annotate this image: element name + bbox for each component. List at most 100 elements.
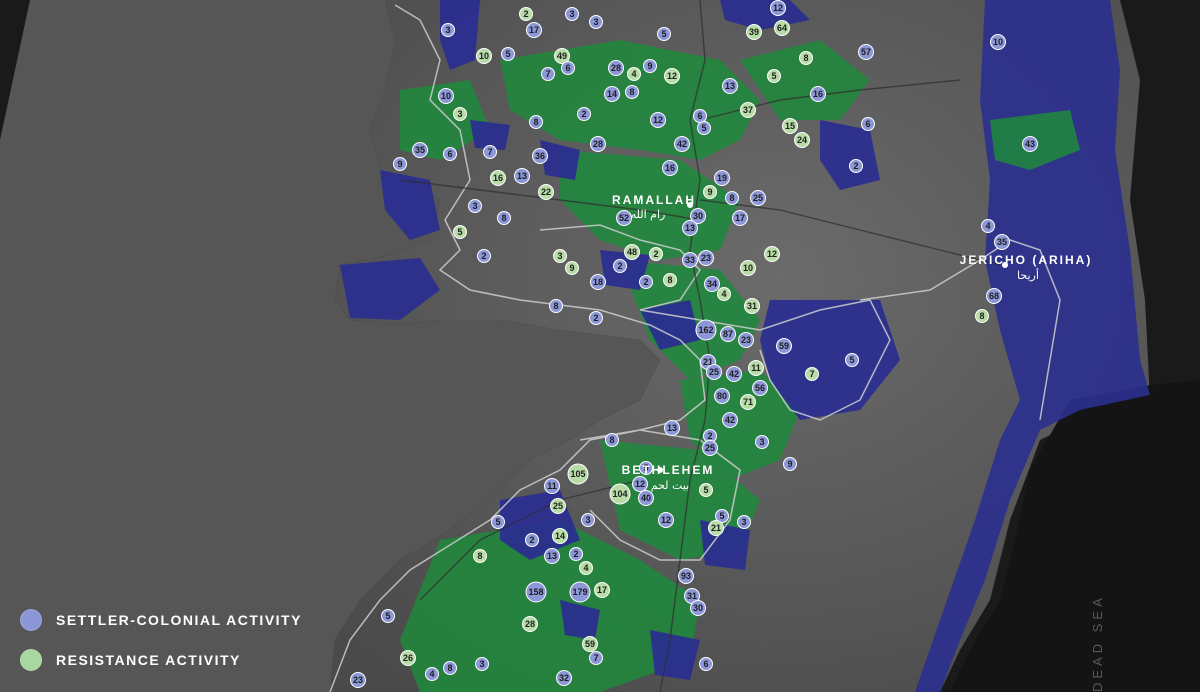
resistance-activity-marker[interactable]: 105 bbox=[567, 463, 589, 485]
settler-activity-marker[interactable]: 10 bbox=[990, 34, 1006, 50]
settler-activity-marker[interactable]: 3 bbox=[737, 515, 751, 529]
settler-activity-marker[interactable]: 5 bbox=[697, 121, 711, 135]
resistance-activity-marker[interactable]: 8 bbox=[473, 549, 487, 563]
resistance-activity-marker[interactable]: 4 bbox=[717, 287, 731, 301]
resistance-activity-marker[interactable]: 10 bbox=[740, 260, 756, 276]
settler-activity-marker[interactable]: 59 bbox=[776, 338, 792, 354]
resistance-activity-marker[interactable]: 2 bbox=[519, 7, 533, 21]
resistance-activity-marker[interactable]: 25 bbox=[550, 498, 566, 514]
settler-activity-marker[interactable]: 9 bbox=[783, 457, 797, 471]
settler-activity-marker[interactable]: 12 bbox=[632, 476, 648, 492]
settler-activity-marker[interactable]: 7 bbox=[483, 145, 497, 159]
settler-activity-marker[interactable]: 57 bbox=[858, 44, 874, 60]
resistance-activity-marker[interactable]: 24 bbox=[794, 132, 810, 148]
settler-activity-marker[interactable]: 6 bbox=[693, 109, 707, 123]
settler-activity-marker[interactable]: 3 bbox=[468, 199, 482, 213]
resistance-activity-marker[interactable]: 22 bbox=[538, 184, 554, 200]
settler-activity-marker[interactable]: 6 bbox=[561, 61, 575, 75]
settler-activity-marker[interactable]: 23 bbox=[698, 250, 714, 266]
settler-activity-marker[interactable]: 42 bbox=[722, 412, 738, 428]
settler-activity-marker[interactable]: 42 bbox=[674, 136, 690, 152]
settler-activity-marker[interactable]: 28 bbox=[608, 60, 624, 76]
resistance-activity-marker[interactable]: 7 bbox=[805, 367, 819, 381]
settler-activity-marker[interactable]: 32 bbox=[556, 670, 572, 686]
resistance-activity-marker[interactable]: 5 bbox=[453, 225, 467, 239]
settler-activity-marker[interactable]: 5 bbox=[381, 609, 395, 623]
resistance-activity-marker[interactable]: 8 bbox=[799, 51, 813, 65]
settler-activity-marker[interactable]: 30 bbox=[690, 600, 706, 616]
settler-activity-marker[interactable]: 13 bbox=[722, 78, 738, 94]
settler-activity-marker[interactable]: 5 bbox=[845, 353, 859, 367]
resistance-activity-marker[interactable]: 39 bbox=[746, 24, 762, 40]
settler-activity-marker[interactable]: 2 bbox=[569, 547, 583, 561]
resistance-activity-marker[interactable]: 4 bbox=[579, 561, 593, 575]
settler-activity-marker[interactable]: 35 bbox=[412, 142, 428, 158]
settler-activity-marker[interactable]: 10 bbox=[438, 88, 454, 104]
resistance-activity-marker[interactable]: 15 bbox=[782, 118, 798, 134]
map-canvas[interactable]: 2 33512645783 1749610 539728491213514 8103 37… bbox=[0, 0, 1200, 692]
resistance-activity-marker[interactable]: 31 bbox=[744, 298, 760, 314]
settler-activity-marker[interactable]: 8 bbox=[625, 85, 639, 99]
resistance-activity-marker[interactable]: 4 bbox=[627, 67, 641, 81]
settler-activity-marker[interactable]: 5 bbox=[657, 27, 671, 41]
settler-activity-marker[interactable]: 13 bbox=[544, 548, 560, 564]
resistance-activity-marker[interactable]: 10 bbox=[476, 48, 492, 64]
settler-activity-marker[interactable]: 3 bbox=[589, 15, 603, 29]
resistance-activity-marker[interactable]: 26 bbox=[400, 650, 416, 666]
resistance-activity-marker[interactable]: 104 bbox=[609, 483, 631, 505]
settler-activity-marker[interactable]: 3 bbox=[581, 513, 595, 527]
settler-activity-marker[interactable]: 40 bbox=[638, 490, 654, 506]
settler-activity-marker[interactable]: 14 bbox=[604, 86, 620, 102]
resistance-activity-marker[interactable]: 21 bbox=[708, 520, 724, 536]
settler-activity-marker[interactable]: 3 bbox=[441, 23, 455, 37]
settler-activity-marker[interactable]: 16 bbox=[810, 86, 826, 102]
resistance-activity-marker[interactable]: 14 bbox=[552, 528, 568, 544]
resistance-activity-marker[interactable]: 8 bbox=[663, 273, 677, 287]
settler-activity-marker[interactable]: 3 bbox=[565, 7, 579, 21]
settler-activity-marker[interactable]: 8 bbox=[443, 661, 457, 675]
settler-activity-marker[interactable]: 2 bbox=[639, 275, 653, 289]
settler-activity-marker[interactable]: 2 bbox=[613, 259, 627, 273]
settler-activity-marker[interactable]: 35 bbox=[994, 234, 1010, 250]
resistance-activity-marker[interactable]: 12 bbox=[664, 68, 680, 84]
resistance-activity-marker[interactable]: 9 bbox=[565, 261, 579, 275]
settler-activity-marker[interactable]: 6 bbox=[443, 147, 457, 161]
settler-activity-marker[interactable]: 36 bbox=[532, 148, 548, 164]
resistance-activity-marker[interactable]: 64 bbox=[774, 20, 790, 36]
settler-activity-marker[interactable]: 17 bbox=[526, 22, 542, 38]
settler-activity-marker[interactable]: 6 bbox=[861, 117, 875, 131]
settler-activity-marker[interactable]: 3 bbox=[475, 657, 489, 671]
settler-activity-marker[interactable]: 162 bbox=[695, 319, 717, 341]
resistance-activity-marker[interactable]: 17 bbox=[594, 582, 610, 598]
settler-activity-marker[interactable]: 25 bbox=[750, 190, 766, 206]
settler-activity-marker[interactable]: 6 bbox=[699, 657, 713, 671]
settler-activity-marker[interactable]: 43 bbox=[1022, 136, 1038, 152]
resistance-activity-marker[interactable]: 5 bbox=[767, 69, 781, 83]
settler-activity-marker[interactable]: 9 bbox=[393, 157, 407, 171]
resistance-activity-marker[interactable]: 8 bbox=[975, 309, 989, 323]
resistance-activity-marker[interactable]: 28 bbox=[522, 616, 538, 632]
settler-activity-marker[interactable]: 7 bbox=[541, 67, 555, 81]
settler-activity-marker[interactable]: 8 bbox=[605, 433, 619, 447]
resistance-activity-marker[interactable]: 37 bbox=[740, 102, 756, 118]
settler-activity-marker[interactable]: 5 bbox=[491, 515, 505, 529]
resistance-activity-marker[interactable]: 12 bbox=[764, 246, 780, 262]
settler-activity-marker[interactable]: 42 bbox=[726, 366, 742, 382]
resistance-activity-marker[interactable]: 9 bbox=[703, 185, 717, 199]
settler-activity-marker[interactable]: 2 bbox=[589, 311, 603, 325]
settler-activity-marker[interactable]: 19 bbox=[714, 170, 730, 186]
settler-activity-marker[interactable]: 28 bbox=[590, 136, 606, 152]
settler-activity-marker[interactable]: 12 bbox=[658, 512, 674, 528]
resistance-activity-marker[interactable]: 48 bbox=[624, 244, 640, 260]
settler-activity-marker[interactable]: 12 bbox=[650, 112, 666, 128]
settler-activity-marker[interactable]: 3 bbox=[755, 435, 769, 449]
resistance-activity-marker[interactable]: 59 bbox=[582, 636, 598, 652]
settler-activity-marker[interactable]: 80 bbox=[714, 388, 730, 404]
settler-activity-marker[interactable]: 158 bbox=[525, 581, 547, 603]
settler-activity-marker[interactable]: 8 bbox=[497, 211, 511, 225]
settler-activity-marker[interactable]: 4 bbox=[425, 667, 439, 681]
resistance-activity-marker[interactable]: 5 bbox=[699, 483, 713, 497]
resistance-activity-marker[interactable]: 71 bbox=[740, 394, 756, 410]
settler-activity-marker[interactable]: 87 bbox=[720, 326, 736, 342]
settler-activity-marker[interactable]: 18 bbox=[590, 274, 606, 290]
